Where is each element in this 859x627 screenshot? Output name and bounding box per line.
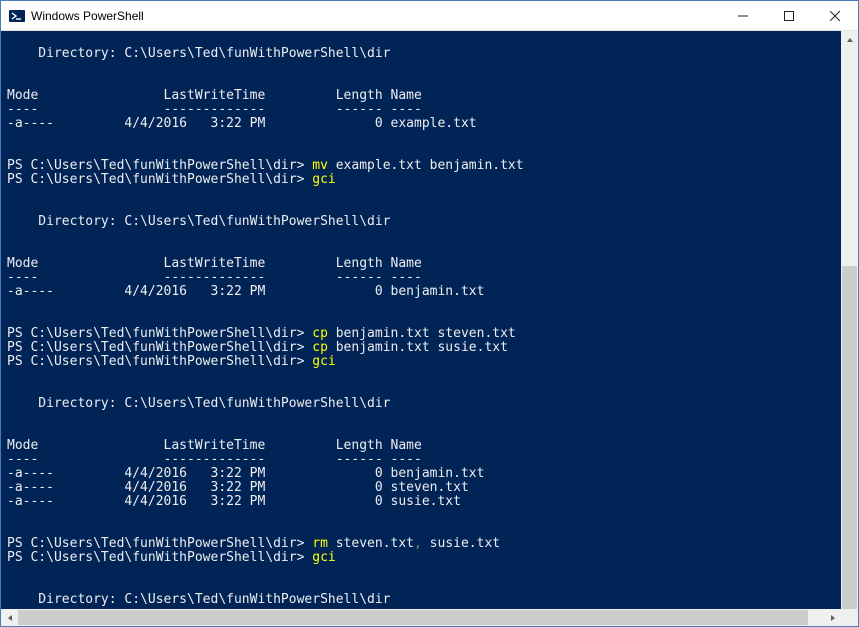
powershell-icon (9, 8, 25, 24)
scrollbar-corner (841, 609, 858, 626)
horizontal-scrollbar[interactable] (1, 609, 841, 626)
close-button[interactable] (812, 1, 858, 31)
vertical-scrollbar[interactable] (841, 31, 858, 609)
horizontal-scrollbar-thumb[interactable] (18, 610, 808, 625)
scroll-right-button[interactable] (824, 609, 841, 626)
horizontal-scrollbar-track[interactable] (18, 609, 824, 626)
window-title: Windows PowerShell (31, 9, 144, 23)
vertical-scrollbar-track[interactable] (841, 48, 858, 592)
minimize-button[interactable] (720, 1, 766, 31)
titlebar[interactable]: Windows PowerShell (1, 1, 858, 31)
vertical-scrollbar-thumb[interactable] (842, 266, 857, 626)
terminal-output[interactable]: Directory: C:\Users\Ted\funWithPowerShel… (1, 31, 841, 609)
console-area: Directory: C:\Users\Ted\funWithPowerShel… (1, 31, 858, 626)
scroll-left-button[interactable] (1, 609, 18, 626)
powershell-window: Windows PowerShell Directory: C:\Users\T… (0, 0, 859, 627)
maximize-button[interactable] (766, 1, 812, 31)
scroll-up-button[interactable] (841, 31, 858, 48)
